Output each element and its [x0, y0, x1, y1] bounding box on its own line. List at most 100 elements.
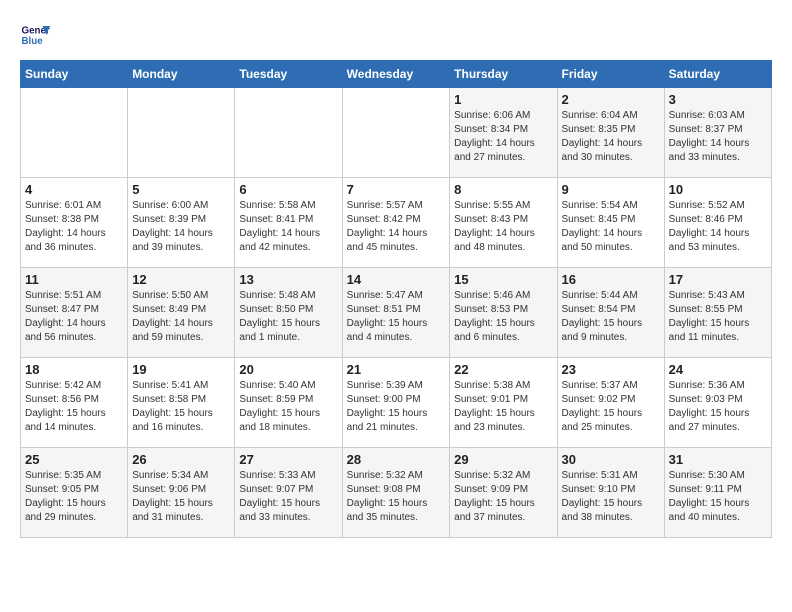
header-saturday: Saturday [664, 61, 771, 88]
day-info: Sunrise: 5:31 AMSunset: 9:10 PMDaylight:… [562, 469, 660, 525]
day-info: Sunrise: 5:57 AMSunset: 8:42 PMDaylight:… [347, 199, 446, 255]
calendar-cell: 4 Sunrise: 6:01 AMSunset: 8:38 PMDaylight… [21, 178, 128, 268]
calendar-cell: 5 Sunrise: 6:00 AMSunset: 8:39 PMDaylight… [128, 178, 235, 268]
day-number: 19 [132, 362, 230, 377]
calendar-cell: 7Sunrise: 5:57 AMSunset: 8:42 PMDaylight… [342, 178, 450, 268]
calendar-cell: 12 Sunrise: 5:50 AMSunset: 8:49 PMDayligh… [128, 268, 235, 358]
day-info: Sunrise: 5:44 AMSunset: 8:54 PMDaylight:… [562, 289, 660, 345]
day-info: Sunrise: 5:58 AMSunset: 8:41 PMDaylight:… [239, 199, 337, 255]
logo: General Blue [20, 20, 54, 50]
day-info: Sunrise: 5:35 AMSunset: 9:05 PMDaylight:… [25, 469, 123, 525]
day-number: 5 [132, 182, 230, 197]
day-info: Sunrise: 5:41 AMSunset: 8:58 PMDaylight:… [132, 379, 230, 435]
calendar-cell: 15 Sunrise: 5:46 AMSunset: 8:53 PMDayligh… [450, 268, 557, 358]
calendar-cell: 26 Sunrise: 5:34 AMSunset: 9:06 PMDayligh… [128, 448, 235, 538]
calendar-cell: 25 Sunrise: 5:35 AMSunset: 9:05 PMDayligh… [21, 448, 128, 538]
day-info: Sunrise: 5:55 AMSunset: 8:43 PMDaylight:… [454, 199, 552, 255]
day-info: Sunrise: 5:32 AMSunset: 9:09 PMDaylight:… [454, 469, 552, 525]
calendar-cell: 10 Sunrise: 5:52 AMSunset: 8:46 PMDayligh… [664, 178, 771, 268]
day-info: Sunrise: 5:46 AMSunset: 8:53 PMDaylight:… [454, 289, 552, 345]
day-number: 26 [132, 452, 230, 467]
day-number: 15 [454, 272, 552, 287]
calendar-cell: 11 Sunrise: 5:51 AMSunset: 8:47 PMDayligh… [21, 268, 128, 358]
day-info: Sunrise: 5:43 AMSunset: 8:55 PMDaylight:… [669, 289, 767, 345]
day-info: Sunrise: 5:40 AMSunset: 8:59 PMDaylight:… [239, 379, 337, 435]
day-number: 16 [562, 272, 660, 287]
calendar-cell [342, 88, 450, 178]
calendar-cell: 2 Sunrise: 6:04 AMSunset: 8:35 PMDaylight… [557, 88, 664, 178]
calendar-cell: 19 Sunrise: 5:41 AMSunset: 8:58 PMDayligh… [128, 358, 235, 448]
day-number: 11 [25, 272, 123, 287]
day-info: Sunrise: 5:38 AMSunset: 9:01 PMDaylight:… [454, 379, 552, 435]
day-number: 10 [669, 182, 767, 197]
day-number: 28 [347, 452, 446, 467]
header-row: SundayMondayTuesdayWednesdayThursdayFrid… [21, 61, 772, 88]
day-info: Sunrise: 5:32 AMSunset: 9:08 PMDaylight:… [347, 469, 446, 525]
day-info: Sunrise: 5:34 AMSunset: 9:06 PMDaylight:… [132, 469, 230, 525]
day-number: 29 [454, 452, 552, 467]
logo-icon: General Blue [20, 20, 50, 50]
day-number: 6 [239, 182, 337, 197]
day-info: Sunrise: 5:51 AMSunset: 8:47 PMDaylight:… [25, 289, 123, 345]
day-info: Sunrise: 5:42 AMSunset: 8:56 PMDaylight:… [25, 379, 123, 435]
week-row-3: 11 Sunrise: 5:51 AMSunset: 8:47 PMDayligh… [21, 268, 772, 358]
day-number: 22 [454, 362, 552, 377]
day-info: Sunrise: 6:01 AMSunset: 8:38 PMDaylight:… [25, 199, 123, 255]
day-number: 30 [562, 452, 660, 467]
day-number: 23 [562, 362, 660, 377]
day-number: 14 [347, 272, 446, 287]
day-info: Sunrise: 5:39 AMSunset: 9:00 PMDaylight:… [347, 379, 446, 435]
day-info: Sunrise: 5:47 AMSunset: 8:51 PMDaylight:… [347, 289, 446, 345]
header-thursday: Thursday [450, 61, 557, 88]
day-info: Sunrise: 5:48 AMSunset: 8:50 PMDaylight:… [239, 289, 337, 345]
svg-text:Blue: Blue [22, 36, 44, 47]
day-info: Sunrise: 5:54 AMSunset: 8:45 PMDaylight:… [562, 199, 660, 255]
header-sunday: Sunday [21, 61, 128, 88]
day-number: 8 [454, 182, 552, 197]
calendar-cell: 21Sunrise: 5:39 AMSunset: 9:00 PMDayligh… [342, 358, 450, 448]
calendar-cell: 8 Sunrise: 5:55 AMSunset: 8:43 PMDaylight… [450, 178, 557, 268]
week-row-4: 18 Sunrise: 5:42 AMSunset: 8:56 PMDayligh… [21, 358, 772, 448]
day-number: 9 [562, 182, 660, 197]
day-info: Sunrise: 5:36 AMSunset: 9:03 PMDaylight:… [669, 379, 767, 435]
day-number: 17 [669, 272, 767, 287]
calendar-cell: 13Sunrise: 5:48 AMSunset: 8:50 PMDayligh… [235, 268, 342, 358]
day-number: 25 [25, 452, 123, 467]
calendar-cell: 27Sunrise: 5:33 AMSunset: 9:07 PMDayligh… [235, 448, 342, 538]
calendar-cell [128, 88, 235, 178]
calendar-cell: 17 Sunrise: 5:43 AMSunset: 8:55 PMDayligh… [664, 268, 771, 358]
header-tuesday: Tuesday [235, 61, 342, 88]
header-wednesday: Wednesday [342, 61, 450, 88]
day-info: Sunrise: 6:06 AMSunset: 8:34 PMDaylight:… [454, 109, 552, 165]
calendar-cell: 30 Sunrise: 5:31 AMSunset: 9:10 PMDayligh… [557, 448, 664, 538]
day-number: 2 [562, 92, 660, 107]
calendar-cell: 1 Sunrise: 6:06 AMSunset: 8:34 PMDaylight… [450, 88, 557, 178]
calendar-cell: 6 Sunrise: 5:58 AMSunset: 8:41 PMDaylight… [235, 178, 342, 268]
day-number: 1 [454, 92, 552, 107]
day-info: Sunrise: 6:03 AMSunset: 8:37 PMDaylight:… [669, 109, 767, 165]
day-info: Sunrise: 5:52 AMSunset: 8:46 PMDaylight:… [669, 199, 767, 255]
day-info: Sunrise: 6:00 AMSunset: 8:39 PMDaylight:… [132, 199, 230, 255]
day-info: Sunrise: 6:04 AMSunset: 8:35 PMDaylight:… [562, 109, 660, 165]
day-number: 18 [25, 362, 123, 377]
calendar-cell: 31Sunrise: 5:30 AMSunset: 9:11 PMDayligh… [664, 448, 771, 538]
page-header: General Blue [20, 20, 772, 50]
calendar-cell: 14 Sunrise: 5:47 AMSunset: 8:51 PMDayligh… [342, 268, 450, 358]
calendar-cell: 22 Sunrise: 5:38 AMSunset: 9:01 PMDayligh… [450, 358, 557, 448]
calendar-cell [235, 88, 342, 178]
calendar-cell: 28 Sunrise: 5:32 AMSunset: 9:08 PMDayligh… [342, 448, 450, 538]
day-info: Sunrise: 5:33 AMSunset: 9:07 PMDaylight:… [239, 469, 337, 525]
calendar-table: SundayMondayTuesdayWednesdayThursdayFrid… [20, 60, 772, 538]
calendar-cell: 9 Sunrise: 5:54 AMSunset: 8:45 PMDaylight… [557, 178, 664, 268]
calendar-cell: 3Sunrise: 6:03 AMSunset: 8:37 PMDaylight… [664, 88, 771, 178]
header-monday: Monday [128, 61, 235, 88]
calendar-cell: 23Sunrise: 5:37 AMSunset: 9:02 PMDayligh… [557, 358, 664, 448]
calendar-cell: 20 Sunrise: 5:40 AMSunset: 8:59 PMDayligh… [235, 358, 342, 448]
day-info: Sunrise: 5:50 AMSunset: 8:49 PMDaylight:… [132, 289, 230, 345]
calendar-cell [21, 88, 128, 178]
day-number: 4 [25, 182, 123, 197]
day-number: 12 [132, 272, 230, 287]
header-friday: Friday [557, 61, 664, 88]
day-number: 20 [239, 362, 337, 377]
week-row-5: 25 Sunrise: 5:35 AMSunset: 9:05 PMDayligh… [21, 448, 772, 538]
